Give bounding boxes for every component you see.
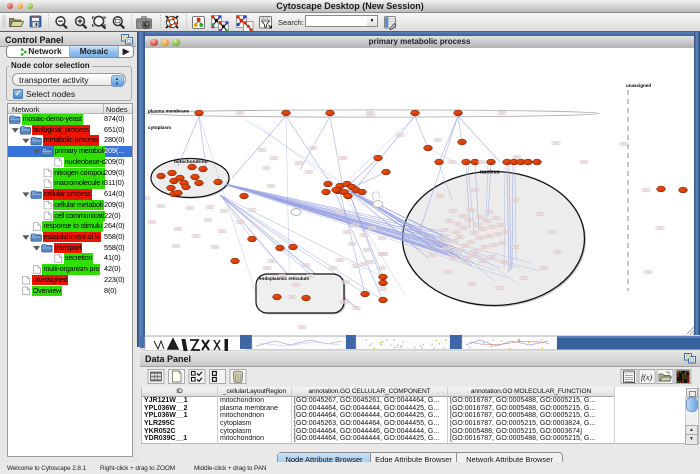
svg-text:mitochondrion: mitochondrion <box>174 159 208 165</box>
svg-text:f(x): f(x) <box>641 373 652 382</box>
svg-text:unassigned: unassigned <box>626 83 651 88</box>
svg-text:cytoplasm: cytoplasm <box>148 125 171 130</box>
svg-text:plasma membrane: plasma membrane <box>148 109 190 114</box>
svg-text:endoplasmic reticulum: endoplasmic reticulum <box>259 276 309 281</box>
svg-text:nucleus: nucleus <box>480 170 500 176</box>
